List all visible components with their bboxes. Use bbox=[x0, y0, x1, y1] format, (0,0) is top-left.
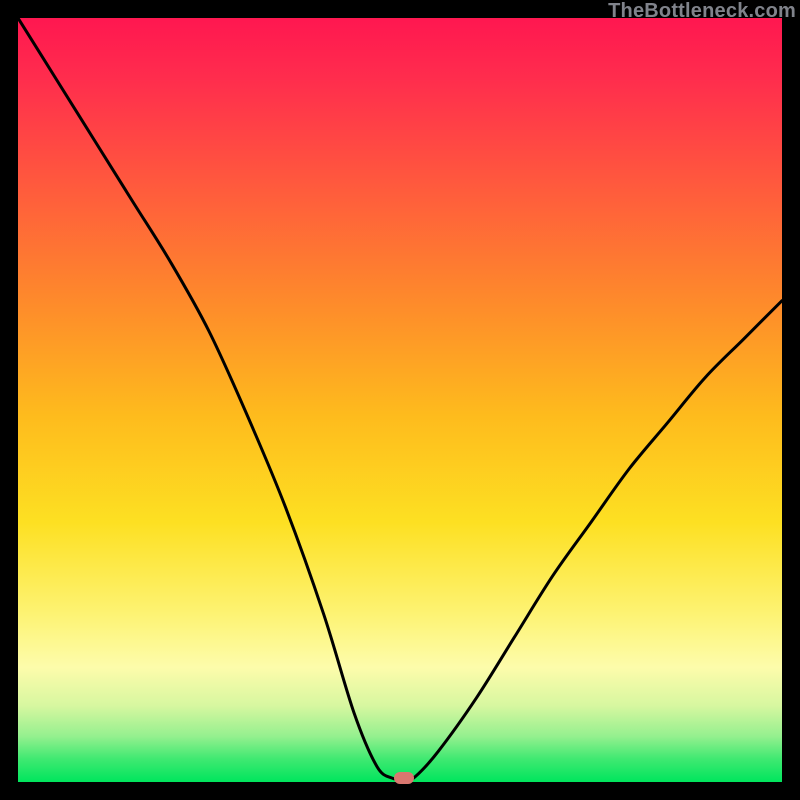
plot-area bbox=[18, 18, 782, 782]
curve-layer bbox=[18, 18, 782, 782]
chart-container: TheBottleneck.com bbox=[0, 0, 800, 800]
optimum-marker bbox=[394, 772, 414, 784]
bottleneck-curve bbox=[18, 18, 782, 779]
watermark-text: TheBottleneck.com bbox=[608, 0, 796, 23]
